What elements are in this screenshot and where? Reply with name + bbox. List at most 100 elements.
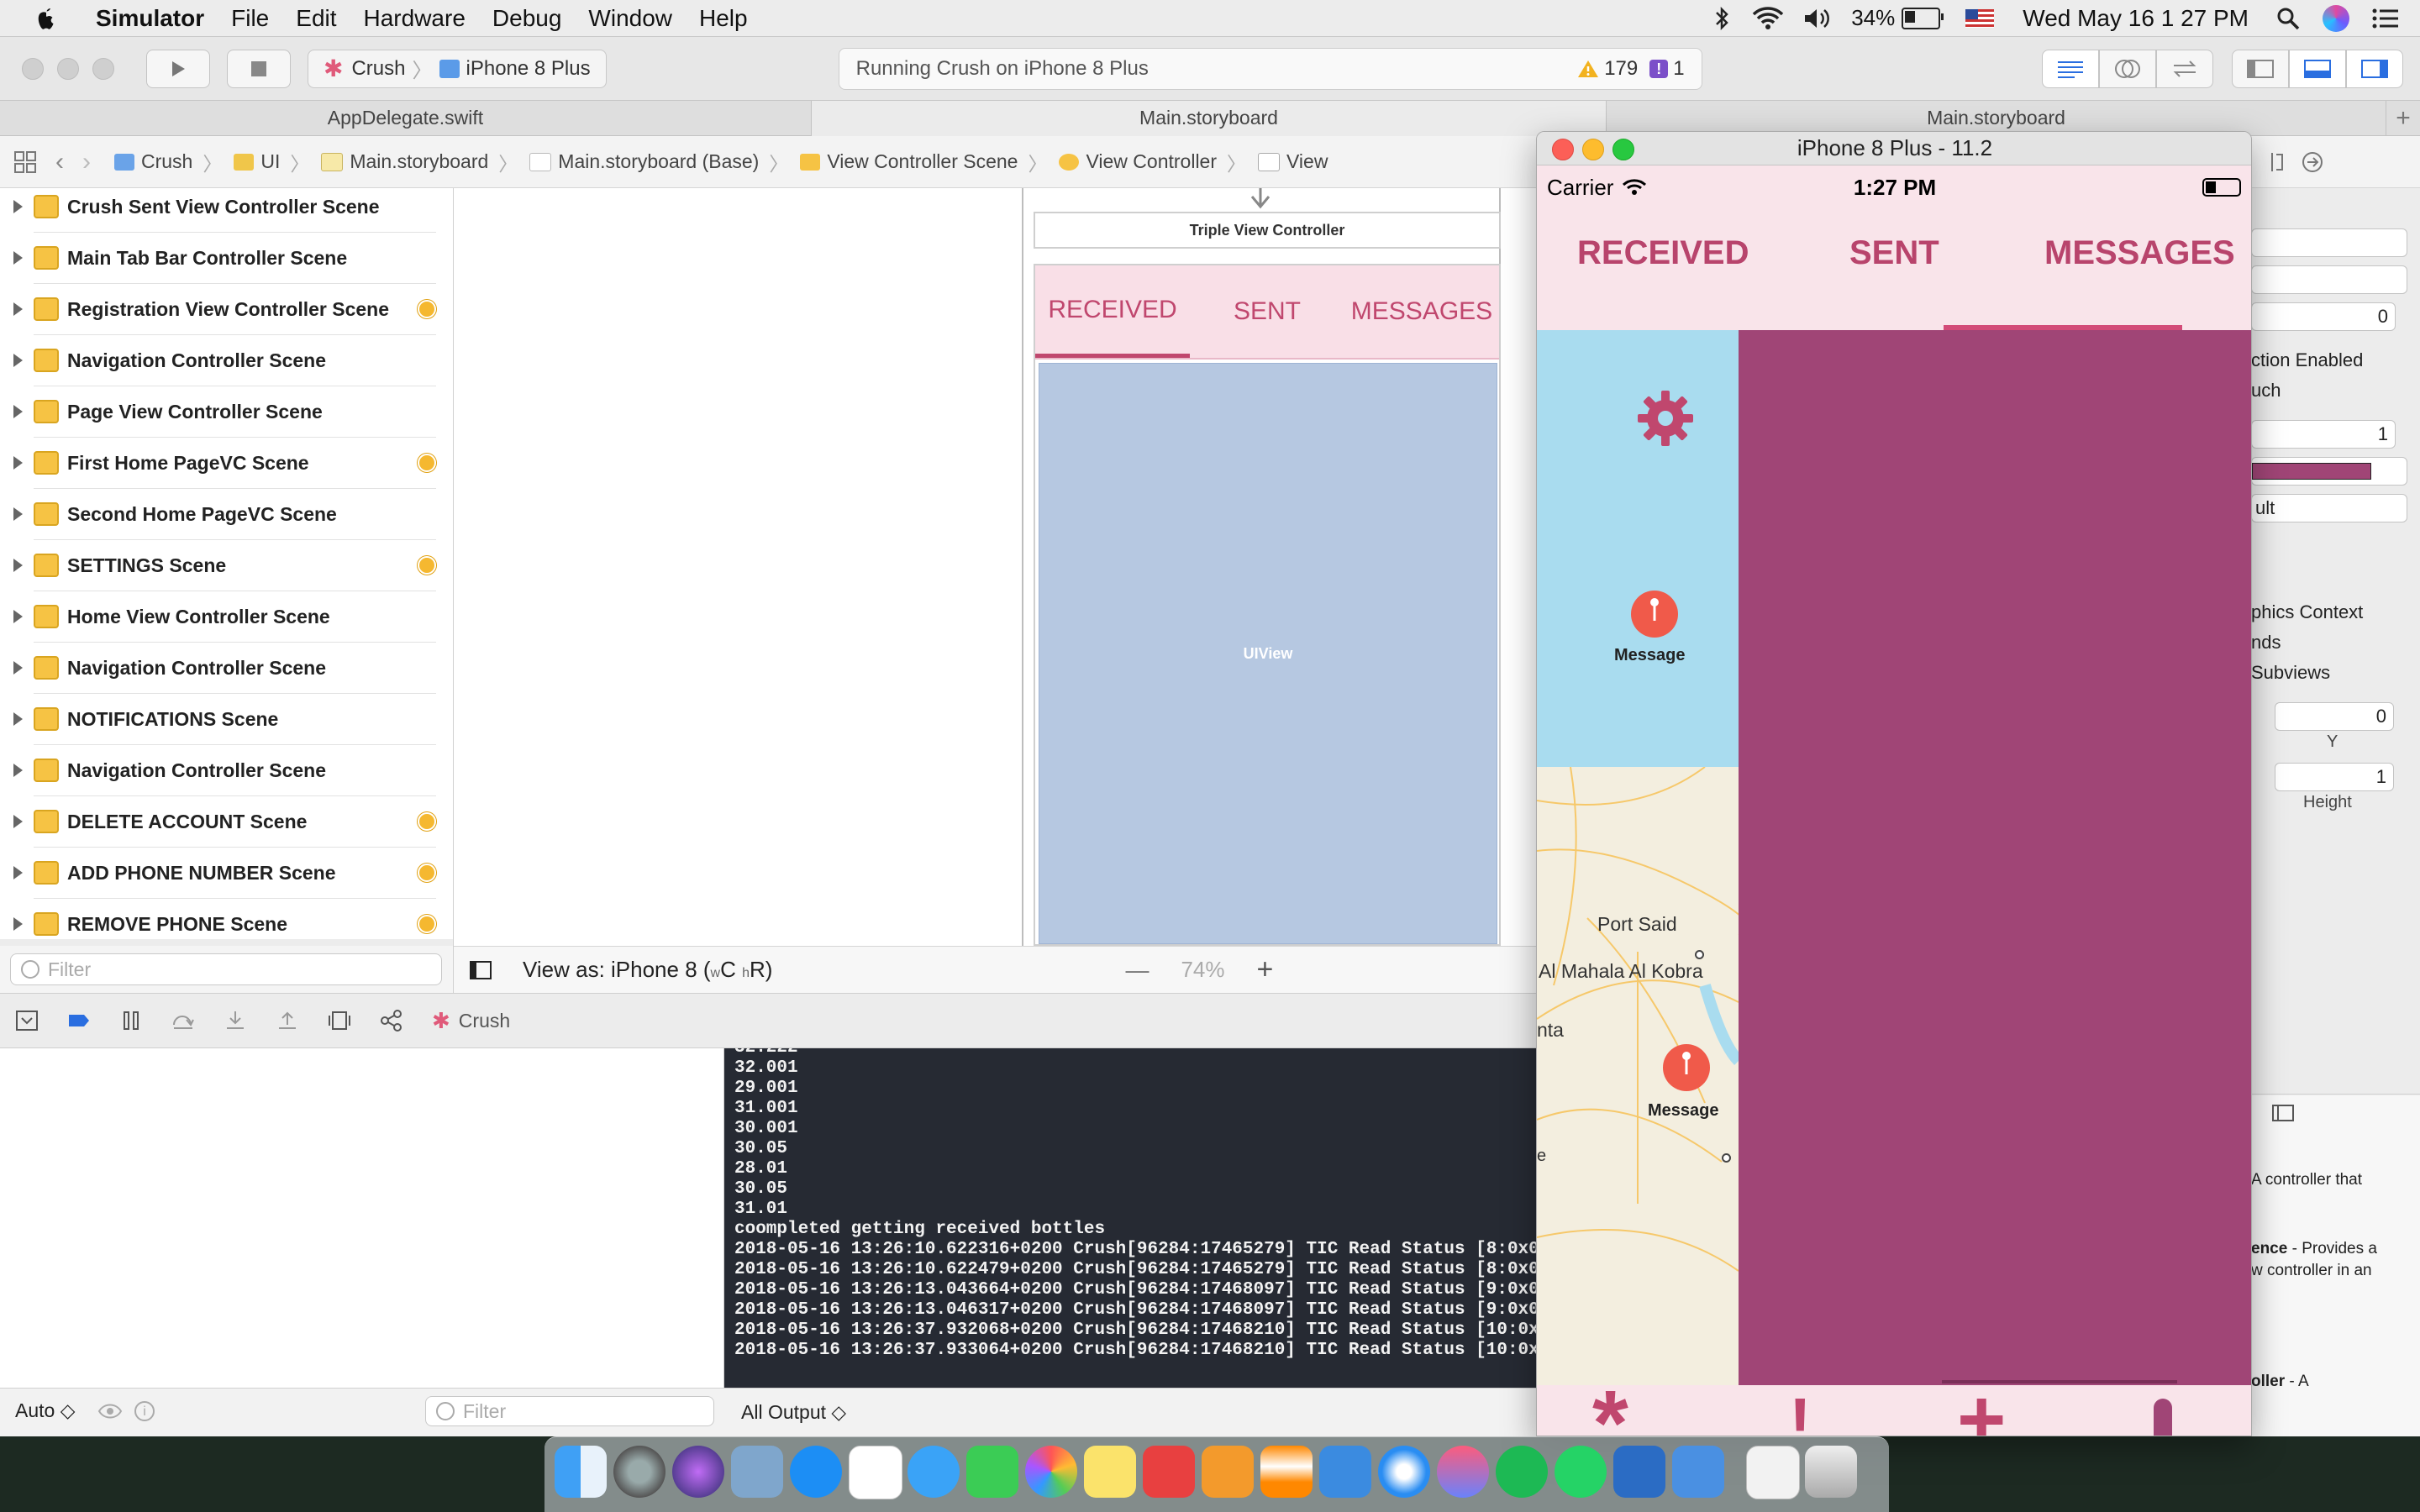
scene-row[interactable]: ADD PHONE NUMBER Scene [13,848,436,899]
memory-graph-icon[interactable] [380,1010,403,1032]
message-pin-2[interactable] [1661,1044,1712,1098]
messages-icon[interactable] [908,1446,960,1498]
scene-row[interactable]: Main Tab Bar Controller Scene [13,233,436,284]
outline-filter-input[interactable]: Filter [10,953,442,985]
sublime-text-icon[interactable] [1202,1446,1254,1498]
word-icon[interactable] [1613,1446,1665,1498]
disclosure-triangle-icon[interactable] [13,456,23,470]
scene-row[interactable]: Crush Sent View Controller Scene [13,188,436,233]
storyboard-uiview[interactable]: UIView [1039,363,1497,944]
volume-icon[interactable] [1802,6,1833,31]
documents-stack-icon[interactable] [1746,1446,1800,1499]
variables-filter-input[interactable]: Filter [425,1396,714,1426]
preview-icon[interactable] [731,1446,783,1498]
sim-zoom-button[interactable] [1612,139,1634,160]
hide-debug-area-icon[interactable] [15,1010,39,1032]
breadcrumb-storyboard-base[interactable]: Main.storyboard (Base) 〉 [529,148,788,176]
photos-icon[interactable] [1025,1446,1077,1498]
scene-header[interactable]: Triple View Controller [1034,212,1501,249]
standard-editor-button[interactable] [2042,49,2099,88]
scene-row[interactable]: DELETE ACCOUNT Scene [13,796,436,848]
xcode-icon[interactable] [1319,1446,1371,1498]
inspector-height-field[interactable]: 1 [2275,763,2394,791]
menu-window[interactable]: Window [588,5,672,32]
spotify-icon[interactable] [1496,1446,1548,1498]
menu-app-name[interactable]: Simulator [96,5,204,32]
scene-row[interactable]: Home View Controller Scene [13,591,436,643]
scene-warning-icon[interactable] [418,300,436,318]
menu-file[interactable]: File [231,5,269,32]
menu-hardware[interactable]: Hardware [364,5,466,32]
us-flag-icon[interactable] [1965,8,1995,28]
breadcrumb-scene[interactable]: View Controller Scene 〉 [800,148,1047,176]
disclosure-triangle-icon[interactable] [13,815,23,828]
pause-icon[interactable] [119,1010,143,1032]
battery-icon[interactable] [1902,7,1944,29]
menu-debug[interactable]: Debug [492,5,562,32]
window-zoom-button[interactable] [92,57,114,80]
storyboard-tab-sent[interactable]: SENT [1190,265,1344,358]
inspector-select-1[interactable] [2251,228,2407,257]
stop-button[interactable] [227,49,291,88]
menu-edit[interactable]: Edit [296,5,336,32]
app-tab-messages[interactable]: MESSAGES [2044,234,2235,272]
scene-row[interactable]: Navigation Controller Scene [13,335,436,386]
forward-icon[interactable]: › [82,148,91,176]
apple-logo-icon[interactable] [34,5,59,32]
toggle-debug-area-button[interactable] [2289,49,2346,88]
wifi-icon[interactable] [1752,6,1784,31]
storyboard-tab-messages[interactable]: MESSAGES [1344,265,1499,358]
menu-datetime[interactable]: Wed May 16 1 27 PM [2023,5,2249,32]
scene-row[interactable]: Navigation Controller Scene [13,643,436,694]
info-icon[interactable]: i [134,1401,155,1421]
related-items-icon[interactable] [13,150,37,174]
window-minimize-button[interactable] [57,57,79,80]
warning-count[interactable]: 179 [1604,57,1638,81]
disclosure-triangle-icon[interactable] [13,610,23,623]
breadcrumb-view[interactable]: View [1258,150,1328,173]
disclosure-triangle-icon[interactable] [13,251,23,265]
tab-alert-icon[interactable]: ! [1789,1383,1812,1436]
version-editor-button[interactable] [2156,49,2213,88]
console-output[interactable]: 32.22232.00129.00131.00130.00130.0528.01… [724,1048,1538,1388]
scene-warning-icon[interactable] [418,556,436,575]
bookmark-app-icon[interactable] [1143,1446,1195,1498]
disclosure-triangle-icon[interactable] [13,712,23,726]
inspector-tag-field[interactable]: 0 [2251,302,2396,331]
finder-icon[interactable] [555,1446,607,1498]
new-tab-button[interactable]: + [2386,104,2420,133]
menu-help[interactable]: Help [699,5,748,32]
view-debugger-icon[interactable] [328,1010,351,1032]
zoom-out-button[interactable]: — [1125,957,1149,984]
step-into-icon[interactable] [224,1010,247,1032]
zoom-in-button[interactable]: + [1257,953,1274,986]
tab-main-storyboard[interactable]: Main.storyboard [812,100,1607,136]
tab-appdelegate[interactable]: AppDelegate.swift [0,100,812,136]
disclosure-triangle-icon[interactable] [13,866,23,879]
vlc-icon[interactable] [1260,1446,1313,1498]
inspector-tint-select[interactable]: ult [2251,494,2407,522]
size-inspector-icon[interactable] [2270,151,2285,173]
disclosure-triangle-icon[interactable] [13,302,23,316]
run-button[interactable] [146,49,210,88]
tab-bottle-icon[interactable] [2154,1399,2172,1436]
disclosure-triangle-icon[interactable] [13,507,23,521]
app-tab-received[interactable]: RECEIVED [1577,234,1749,272]
scene-row[interactable]: NOTIFICATIONS Scene [13,694,436,745]
scene-row[interactable]: First Home PageVC Scene [13,438,436,489]
assistant-editor-button[interactable] [2099,49,2156,88]
connections-inspector-icon[interactable] [2302,151,2323,173]
simulator-dock-icon[interactable] [1672,1446,1724,1498]
disclosure-triangle-icon[interactable] [13,200,23,213]
toggle-inspector-button[interactable] [2346,49,2403,88]
app-tab-sent[interactable]: SENT [1849,234,1939,272]
storyboard-tab-received[interactable]: RECEIVED [1035,265,1190,358]
inspector-y-field[interactable]: 0 [2275,702,2394,731]
disclosure-triangle-icon[interactable] [13,917,23,931]
variables-scope-select[interactable]: Auto ◇ [15,1399,75,1422]
notes-icon[interactable] [1084,1446,1136,1498]
whatsapp-icon[interactable] [1555,1446,1607,1498]
sim-close-button[interactable] [1552,139,1574,160]
debug-target-label[interactable]: Crush [459,1010,510,1032]
inspector-alpha-field[interactable]: 1 [2251,420,2396,449]
